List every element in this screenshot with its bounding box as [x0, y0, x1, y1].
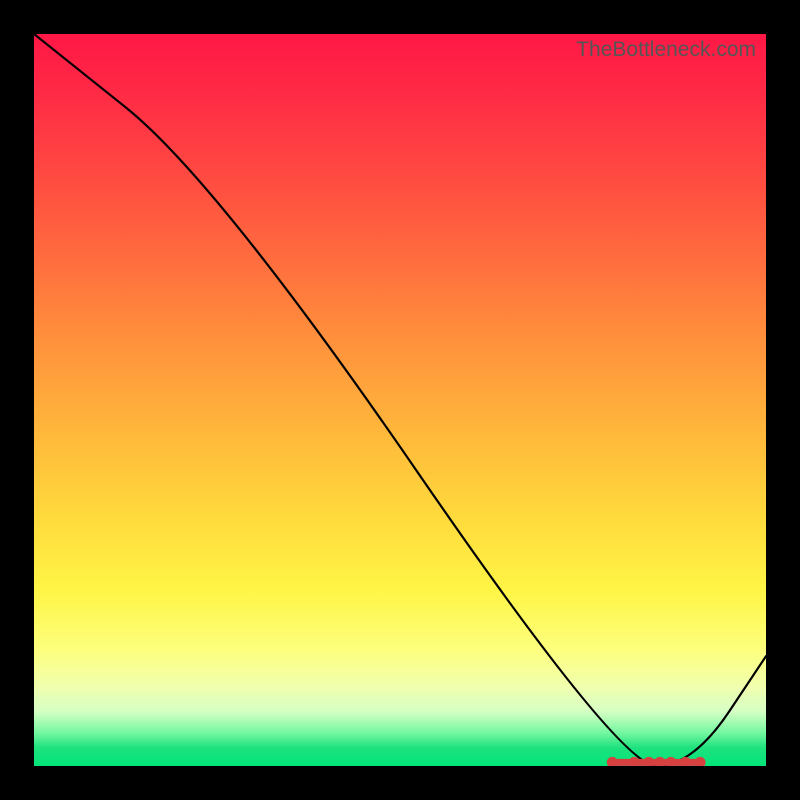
- optimal-marker: [665, 757, 676, 766]
- optimal-marker: [607, 757, 618, 766]
- optimal-marker: [654, 757, 665, 766]
- optimal-marker: [695, 757, 706, 766]
- optimal-marker: [629, 757, 640, 766]
- optimal-markers: [607, 757, 706, 766]
- optimal-marker: [643, 757, 654, 766]
- chart-frame: TheBottleneck.com: [0, 0, 800, 800]
- plot-area: TheBottleneck.com: [34, 34, 766, 766]
- bottleneck-curve: [34, 34, 766, 766]
- chart-overlay: [34, 34, 766, 766]
